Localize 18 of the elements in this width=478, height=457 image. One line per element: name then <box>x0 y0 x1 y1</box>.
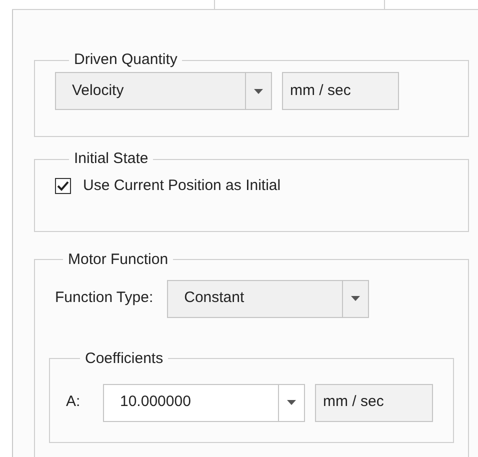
dropdown[interactable]: 10.000000 <box>103 384 305 422</box>
checkmark-icon <box>57 181 69 192</box>
group-title: Initial State <box>73 149 150 169</box>
group-title: Driven Quantity <box>73 50 178 70</box>
field-label: Function Type: <box>55 288 154 308</box>
checkbox[interactable] <box>55 178 71 194</box>
unit-field: mm / sec <box>282 72 399 110</box>
dropdown[interactable]: Velocity <box>55 72 272 110</box>
unit-field: mm / sec <box>315 384 433 422</box>
caret-icon <box>287 400 296 405</box>
group-title: Coefficients <box>84 348 164 368</box>
dropdown[interactable]: Constant <box>167 280 370 318</box>
checkbox-label: Use Current Position as Initial <box>83 176 281 196</box>
checkbox-row[interactable]: Use Current Position as Initial <box>55 175 448 198</box>
caret-icon <box>254 88 263 94</box>
caret-icon <box>351 296 360 301</box>
field-label: A: <box>66 392 82 412</box>
group-title: Motor Function <box>67 250 170 270</box>
